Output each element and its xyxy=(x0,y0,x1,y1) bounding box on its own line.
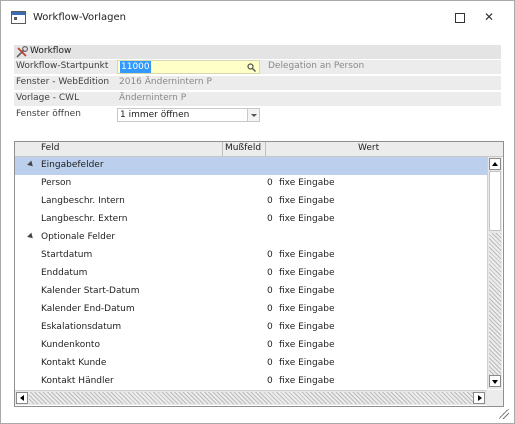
scroll-thumb[interactable] xyxy=(489,171,501,231)
cell-feld: Enddatum xyxy=(41,268,88,278)
field-label: Fenster öffnen xyxy=(16,109,81,119)
expand-arrow-icon[interactable] xyxy=(27,232,35,241)
column-header-mussfeld[interactable]: Mußfeld xyxy=(225,143,261,153)
scroll-left-button[interactable] xyxy=(16,392,28,404)
cell-feld: Kundenkonto xyxy=(41,340,100,350)
field-value: 2016 Ändernintern P xyxy=(119,77,212,87)
column-divider[interactable] xyxy=(265,142,266,156)
table-row[interactable]: Kontakt Kunde 0 fixe Eingabe xyxy=(15,355,487,373)
cell-mussfeld: 0 xyxy=(267,214,273,224)
cell-mussfeld: 0 xyxy=(267,358,273,368)
group-label: Optionale Felder xyxy=(41,232,116,242)
startpunkt-input[interactable]: 11000 xyxy=(117,60,260,74)
window-title: Workflow-Vorlagen xyxy=(33,12,126,23)
table-row[interactable]: Eskalationsdatum 0 fixe Eingabe xyxy=(15,319,487,337)
cell-wert: fixe Eingabe xyxy=(279,178,335,188)
horizontal-scrollbar[interactable] xyxy=(15,390,487,405)
cell-feld: Person xyxy=(41,178,72,188)
field-label: Workflow-Startpunkt xyxy=(16,61,109,71)
column-header-feld[interactable]: Feld xyxy=(41,143,59,153)
vertical-scrollbar[interactable] xyxy=(487,157,502,389)
table-row[interactable]: Startdatum 0 fixe Eingabe xyxy=(15,247,487,265)
field-value: Ändernintern P xyxy=(119,93,187,103)
table-row[interactable]: Kalender Start-Datum 0 fixe Eingabe xyxy=(15,283,487,301)
scroll-track[interactable] xyxy=(29,392,473,404)
table-row[interactable]: Langbeschr. Extern 0 fixe Eingabe xyxy=(15,211,487,229)
cell-wert: fixe Eingabe xyxy=(279,268,335,278)
select-value: 1 immer öffnen xyxy=(120,110,190,120)
scroll-track[interactable] xyxy=(489,233,501,375)
scroll-right-button[interactable] xyxy=(473,392,485,404)
scroll-down-button[interactable] xyxy=(489,375,501,387)
fenster-oeffnen-select[interactable]: 1 immer öffnen xyxy=(117,108,260,122)
cell-wert: fixe Eingabe xyxy=(279,304,335,314)
cell-feld: Kalender Start-Datum xyxy=(41,286,140,296)
cell-mussfeld: 0 xyxy=(267,286,273,296)
cell-feld: Kontakt Kunde xyxy=(41,358,107,368)
cell-feld: Eskalationsdatum xyxy=(41,322,122,332)
form-row-fenster-oeffnen: Fenster öffnen 1 immer öffnen xyxy=(14,108,501,122)
startpunkt-description: Delegation an Person xyxy=(268,61,365,71)
startpunkt-value: 11000 xyxy=(120,61,151,73)
maximize-icon xyxy=(455,13,465,23)
cell-wert: fixe Eingabe xyxy=(279,196,335,206)
table-row[interactable]: Langbeschr. Intern 0 fixe Eingabe xyxy=(15,193,487,211)
cell-feld: Kontakt Händler xyxy=(41,376,114,386)
dialog-window: Workflow-Vorlagen ✕ Workflow Workflow-St… xyxy=(0,0,515,424)
grid-body: Eingabefelder Person 0 fixe Eingabe Lang… xyxy=(15,157,487,389)
cell-wert: fixe Eingabe xyxy=(279,214,335,224)
cell-mussfeld: 0 xyxy=(267,268,273,278)
resize-grip-icon[interactable] xyxy=(499,409,509,419)
cell-wert: fixe Eingabe xyxy=(279,340,335,350)
cell-mussfeld: 0 xyxy=(267,196,273,206)
scroll-up-button[interactable] xyxy=(489,158,501,170)
tools-icon xyxy=(16,46,28,58)
cell-feld: Startdatum xyxy=(41,250,93,260)
scrollbar-corner xyxy=(487,390,503,406)
table-row[interactable]: Enddatum 0 fixe Eingabe xyxy=(15,265,487,283)
cell-mussfeld: 0 xyxy=(267,376,273,386)
column-divider[interactable] xyxy=(222,142,223,156)
field-label: Fenster - WebEdition xyxy=(16,77,110,87)
cell-mussfeld: 0 xyxy=(267,304,273,314)
table-row[interactable]: Kontakt Händler 0 fixe Eingabe xyxy=(15,373,487,391)
form-row-vorlage-cwl: Vorlage - CWL Ändernintern P xyxy=(14,92,501,106)
maximize-button[interactable] xyxy=(450,8,470,26)
table-row[interactable]: Person 0 fixe Eingabe xyxy=(15,175,487,193)
cell-mussfeld: 0 xyxy=(267,322,273,332)
chevron-down-icon[interactable] xyxy=(247,109,259,121)
group-row-optionale-felder[interactable]: Optionale Felder xyxy=(15,229,487,247)
cell-mussfeld: 0 xyxy=(267,178,273,188)
column-header-wert[interactable]: Wert xyxy=(358,143,379,153)
cell-wert: fixe Eingabe xyxy=(279,322,335,332)
close-button[interactable]: ✕ xyxy=(479,8,499,26)
cell-mussfeld: 0 xyxy=(267,340,273,350)
cell-feld: Langbeschr. Intern xyxy=(41,196,125,206)
cell-feld: Langbeschr. Extern xyxy=(41,214,128,224)
cell-wert: fixe Eingabe xyxy=(279,286,335,296)
cell-mussfeld: 0 xyxy=(267,250,273,260)
table-row[interactable]: Kundenkonto 0 fixe Eingabe xyxy=(15,337,487,355)
cell-wert: fixe Eingabe xyxy=(279,358,335,368)
cell-wert: fixe Eingabe xyxy=(279,376,335,386)
form-row-startpunkt: Workflow-Startpunkt 11000 Delegation an … xyxy=(14,60,501,74)
field-label: Vorlage - CWL xyxy=(16,93,80,103)
cell-feld: Kalender End-Datum xyxy=(41,304,135,314)
form-header-label: Workflow xyxy=(30,46,72,56)
form-row-fenster-webedition: Fenster - WebEdition 2016 Ändernintern P xyxy=(14,76,501,90)
search-icon[interactable] xyxy=(247,63,256,72)
fields-grid: Feld Mußfeld Wert Eingabefelder Person 0… xyxy=(14,141,504,407)
group-row-eingabefelder[interactable]: Eingabefelder xyxy=(15,157,487,175)
expand-arrow-icon[interactable] xyxy=(27,160,35,169)
title-bar: Workflow-Vorlagen ✕ xyxy=(1,1,514,35)
form-header: Workflow xyxy=(14,45,501,59)
cell-wert: fixe Eingabe xyxy=(279,250,335,260)
grid-header: Feld Mußfeld Wert xyxy=(15,142,503,157)
table-row[interactable]: Kalender End-Datum 0 fixe Eingabe xyxy=(15,301,487,319)
group-label: Eingabefelder xyxy=(41,160,104,170)
window-icon xyxy=(11,11,26,24)
